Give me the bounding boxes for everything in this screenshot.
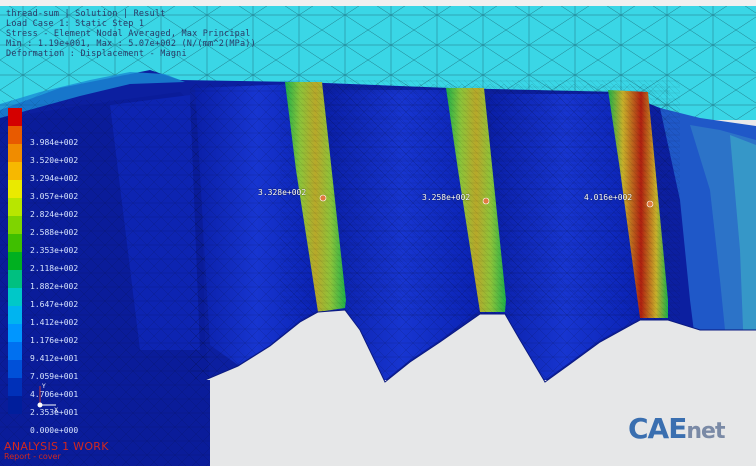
legend-label: 1.647e+002 (30, 300, 79, 309)
legend-label: 1.882e+002 (30, 282, 79, 291)
legend-label: 2.118e+002 (30, 264, 79, 273)
legend-label: 9.412e+001 (30, 354, 79, 363)
legend-swatch (8, 360, 22, 378)
legend-label: 3.520e+002 (30, 156, 79, 165)
fea-model-view[interactable] (0, 0, 756, 466)
legend-label: 3.057e+002 (30, 192, 79, 201)
probe-marker-3[interactable] (646, 200, 654, 208)
legend-swatch (8, 288, 22, 306)
legend-swatch (8, 108, 22, 126)
legend-swatch (8, 180, 22, 198)
legend-label: 2.824e+002 (30, 210, 79, 219)
legend-swatch (8, 144, 22, 162)
legend-label: 1.176e+002 (30, 336, 79, 345)
legend-swatch (8, 252, 22, 270)
legend-label: 1.412e+002 (30, 318, 79, 327)
header-line-1: thread-sum | Solution | Result (6, 9, 166, 19)
triad-x-label: X (54, 407, 58, 414)
triad-y-label: Y (41, 383, 46, 390)
caenet-logo: CAEnet (628, 412, 725, 445)
legend-swatch (8, 234, 22, 252)
legend-label: 2.588e+002 (30, 228, 79, 237)
header-line-3: Stress - Element Nodal Averaged, Max Pri… (6, 29, 251, 39)
legend-label: 2.353e+002 (30, 246, 79, 255)
legend-swatch (8, 126, 22, 144)
legend-label: 3.294e+002 (30, 174, 79, 183)
legend-swatch (8, 162, 22, 180)
probe-marker-1[interactable] (319, 194, 327, 202)
header-line-2: Load Case 1: Static Step 1 (6, 19, 145, 29)
header-line-5: Deformation : Displacement - Magni (6, 49, 187, 59)
legend-label: 0.000e+000 (30, 426, 79, 435)
legend-swatch (8, 306, 22, 324)
fea-viewport[interactable]: thread-sum | Solution | Result Load Case… (0, 0, 756, 466)
probe-value-2: 3.258e+002 (422, 193, 471, 202)
legend-swatch (8, 378, 22, 396)
probe-marker-2[interactable] (482, 197, 490, 205)
axis-triad: Y X (37, 383, 58, 414)
top-strip (0, 0, 756, 6)
legend-swatch (8, 270, 22, 288)
legend-swatch (8, 198, 22, 216)
legend-swatch (8, 342, 22, 360)
header-line-4: Min : 1.19e+001, Max : 5.07e+002 (N/(mm^… (6, 39, 256, 49)
legend-swatch (8, 216, 22, 234)
analysis-subtitle: Report - cover (4, 452, 61, 461)
legend-swatch (8, 324, 22, 342)
legend-label: 3.984e+002 (30, 138, 79, 147)
probe-value-3: 4.016e+002 (584, 193, 633, 202)
legend-swatch (8, 396, 22, 414)
legend-color-bar (8, 108, 22, 414)
probe-value-1: 3.328e+002 (258, 188, 307, 197)
logo-cae-text: CAE (628, 412, 687, 445)
logo-net-text: net (686, 419, 725, 444)
